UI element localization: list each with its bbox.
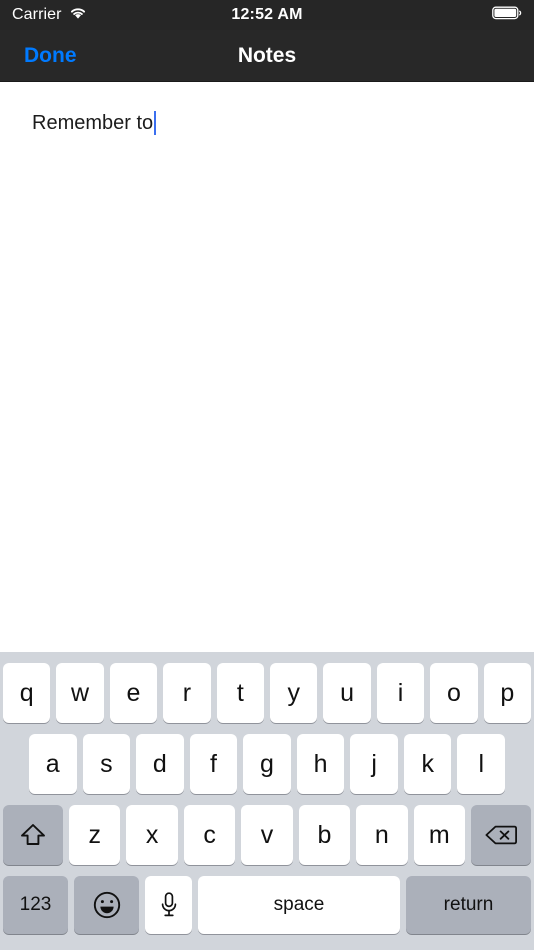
shift-arrow-icon (19, 822, 47, 848)
keyboard-row-2: a s d f g h j k l (3, 734, 531, 794)
key-i[interactable]: i (376, 663, 425, 723)
key-d[interactable]: d (136, 734, 184, 794)
done-button[interactable]: Done (24, 44, 77, 68)
note-line: Remember to (32, 110, 157, 136)
key-o[interactable]: o (430, 663, 478, 723)
key-n[interactable]: n (356, 805, 408, 865)
key-l[interactable]: l (457, 734, 506, 794)
shift-key[interactable] (3, 805, 64, 865)
microphone-icon (159, 891, 179, 919)
return-key[interactable]: return (406, 876, 531, 934)
navigation-bar: Done Notes (0, 30, 534, 82)
onscreen-keyboard: q w e r t y u i o p a s d f g h j k l z … (0, 652, 534, 950)
text-caret (154, 111, 157, 135)
dictation-key[interactable] (145, 876, 192, 934)
key-f[interactable]: f (189, 734, 238, 794)
key-j[interactable]: j (350, 734, 398, 794)
emoji-smiley-icon (92, 890, 122, 920)
key-e[interactable]: e (109, 663, 158, 723)
space-key[interactable]: space (198, 876, 400, 934)
backspace-delete-icon (484, 823, 518, 847)
battery-full-icon (492, 6, 522, 25)
status-bar-left: Carrier (12, 6, 87, 25)
key-s[interactable]: s (82, 734, 131, 794)
emoji-key[interactable] (74, 876, 139, 934)
key-q[interactable]: q (2, 663, 51, 723)
key-g[interactable]: g (243, 734, 291, 794)
key-z[interactable]: z (69, 805, 121, 865)
keyboard-row-4: 123 space return (3, 876, 531, 934)
notes-app-screen: Carrier 12:52 AM Done Notes Remember to … (0, 0, 534, 950)
clock-label: 12:52 AM (231, 6, 303, 23)
key-w[interactable]: w (56, 663, 104, 723)
carrier-label: Carrier (12, 6, 62, 23)
key-r[interactable]: r (163, 663, 211, 723)
key-u[interactable]: u (323, 663, 371, 723)
keyboard-row-1: q w e r t y u i o p (2, 663, 532, 723)
key-c[interactable]: c (183, 805, 236, 865)
wifi-icon (69, 6, 87, 25)
key-p[interactable]: p (483, 663, 532, 723)
backspace-key[interactable] (470, 805, 531, 865)
key-b[interactable]: b (298, 805, 351, 865)
keyboard-row-3: z x c v b n m (3, 805, 531, 865)
note-body-text: Remember to (32, 112, 154, 134)
note-text-editor[interactable]: Remember to (0, 82, 534, 652)
page-title: Notes (237, 43, 297, 67)
key-v[interactable]: v (241, 805, 293, 865)
key-t[interactable]: t (216, 663, 264, 723)
key-m[interactable]: m (413, 805, 465, 865)
numbers-key[interactable]: 123 (3, 876, 68, 934)
key-k[interactable]: k (403, 734, 452, 794)
key-h[interactable]: h (296, 734, 345, 794)
status-bar-right (492, 6, 522, 25)
status-bar: Carrier 12:52 AM (0, 0, 534, 30)
key-x[interactable]: x (126, 805, 178, 865)
key-a[interactable]: a (28, 734, 77, 794)
key-y[interactable]: y (270, 663, 318, 723)
